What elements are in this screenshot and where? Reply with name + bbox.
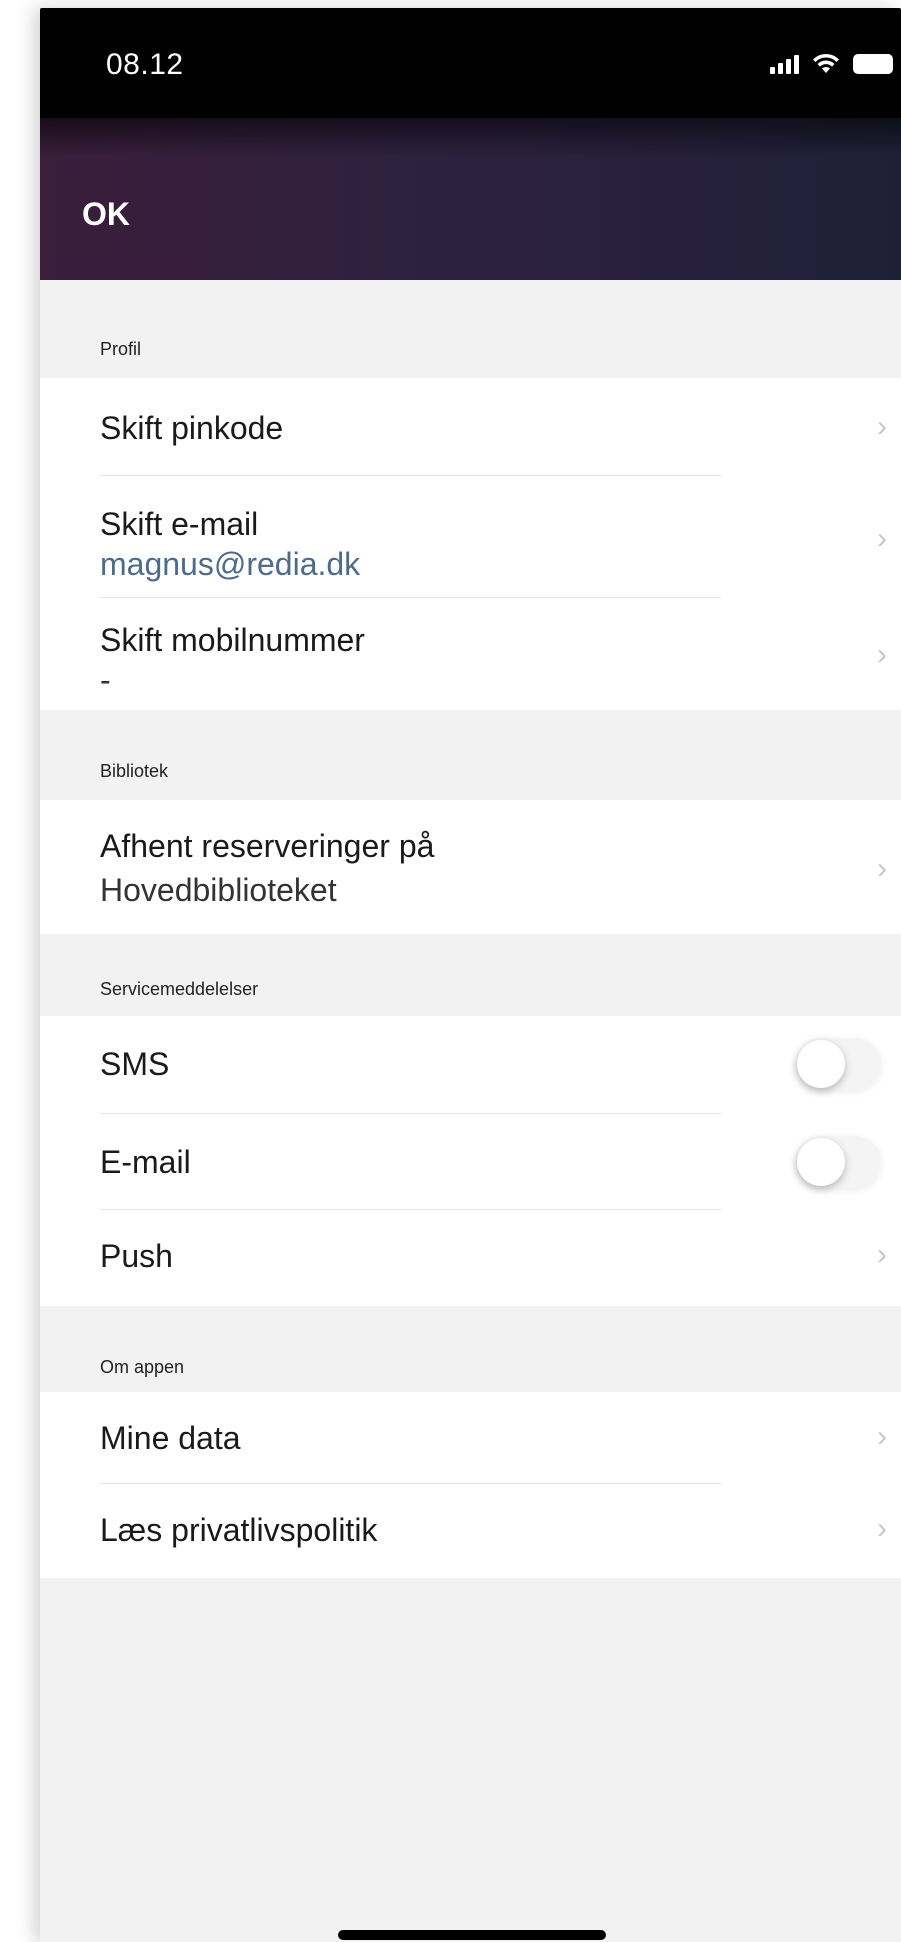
status-icons <box>770 52 893 74</box>
sms-toggle[interactable] <box>795 1038 881 1090</box>
toggle-knob <box>797 1040 845 1088</box>
status-bar: 08.12 <box>40 8 901 118</box>
phone-screen: 08.12 OK Profil Skift pinkode › Skift e-… <box>40 8 901 1942</box>
pickup-location-row[interactable]: Afhent reserveringer på Hovedbiblioteket… <box>40 800 901 934</box>
section-label: Profil <box>100 339 142 359</box>
section-label: Om appen <box>100 1357 185 1377</box>
section-header-about: Om appen <box>40 1306 901 1392</box>
row-title: Mine data <box>100 1420 241 1456</box>
phone-value: - <box>100 662 111 698</box>
chevron-right-icon: › <box>877 638 887 671</box>
row-title: E-mail <box>100 1144 191 1180</box>
row-title: Push <box>100 1238 173 1274</box>
status-time: 08.12 <box>106 48 184 81</box>
change-email-row[interactable]: Skift e-mail magnus@redia.dk › <box>40 476 901 598</box>
chevron-right-icon: › <box>877 1512 887 1545</box>
nav-bar: OK <box>40 118 901 280</box>
section-header-bibliotek: Bibliotek <box>40 710 901 800</box>
sms-row: SMS <box>40 1016 901 1114</box>
home-indicator <box>338 1930 606 1940</box>
chevron-right-icon: › <box>877 852 887 885</box>
pickup-location-value: Hovedbiblioteket <box>100 872 337 908</box>
ok-button[interactable]: OK <box>82 196 130 233</box>
row-title: Læs privatlivspolitik <box>100 1512 378 1548</box>
row-title: Skift pinkode <box>100 410 284 446</box>
change-pin-row[interactable]: Skift pinkode › <box>40 378 901 476</box>
settings-list: Profil Skift pinkode › Skift e-mail magn… <box>40 280 901 1578</box>
battery-icon <box>853 54 893 74</box>
section-label: Bibliotek <box>100 761 169 781</box>
row-title: Skift mobilnummer <box>100 622 365 658</box>
my-data-row[interactable]: Mine data › <box>40 1392 901 1484</box>
change-phone-row[interactable]: Skift mobilnummer - › <box>40 598 901 710</box>
privacy-policy-row[interactable]: Læs privatlivspolitik › <box>40 1484 901 1578</box>
section-header-profil: Profil <box>40 280 901 378</box>
wifi-icon <box>813 53 839 73</box>
row-title: SMS <box>100 1046 170 1082</box>
chevron-right-icon: › <box>877 1420 887 1453</box>
toggle-knob <box>797 1138 845 1186</box>
email-value: magnus@redia.dk <box>100 546 361 582</box>
push-row[interactable]: Push › <box>40 1210 901 1306</box>
chevron-right-icon: › <box>877 1238 887 1271</box>
section-label: Servicemeddelelser <box>100 979 259 999</box>
chevron-right-icon: › <box>877 410 887 443</box>
row-title: Skift e-mail <box>100 506 259 542</box>
email-notification-row: E-mail <box>40 1114 901 1210</box>
email-toggle[interactable] <box>795 1136 881 1188</box>
signal-icon <box>770 54 799 74</box>
section-header-service: Servicemeddelelser <box>40 934 901 1016</box>
chevron-right-icon: › <box>877 522 887 555</box>
row-title: Afhent reserveringer på <box>100 828 435 864</box>
